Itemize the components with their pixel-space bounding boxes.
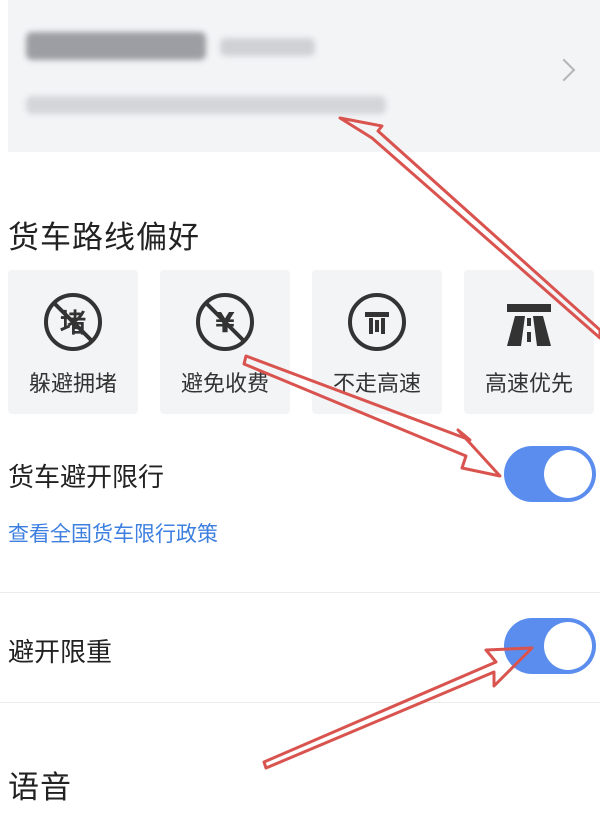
avoid-restrictions-label: 货车避开限行 (8, 463, 165, 493)
highway-icon (507, 304, 551, 346)
avoid-restrictions-toggle[interactable] (504, 446, 596, 502)
pref-avoid-congestion[interactable]: 堵 躲避拥堵 (8, 270, 138, 414)
pref-no-highway[interactable]: 不走高速 (312, 270, 442, 414)
pref-avoid-toll[interactable]: ¥ 避免收费 (160, 270, 290, 414)
pref-avoid-congestion-label: 躲避拥堵 (28, 372, 117, 397)
vehicle-type-blurred (220, 38, 315, 56)
avoid-toll-icon: ¥ (196, 293, 254, 351)
chevron-right-icon[interactable] (552, 58, 576, 82)
avoid-weight-limit-toggle[interactable] (504, 618, 596, 674)
pref-highway-first-label: 高速优先 (484, 372, 573, 397)
pref-highway-first[interactable]: 高速优先 (464, 270, 594, 414)
pref-avoid-toll-label: 避免收费 (180, 372, 269, 397)
vehicle-specs-blurred (26, 96, 386, 114)
arrow-to-weight-toggle (262, 646, 534, 770)
no-highway-icon (348, 293, 406, 351)
avoid-congestion-icon: 堵 (44, 293, 102, 351)
voice-section-title: 语音 (8, 770, 72, 806)
vehicle-info-card[interactable] (8, 0, 600, 152)
divider (0, 592, 600, 593)
route-preference-options: 堵 躲避拥堵 ¥ 避免收费 不走高速 高速优先 (8, 270, 600, 414)
divider (0, 702, 600, 703)
toggle-knob (544, 622, 592, 670)
avoid-weight-limit-label: 避开限重 (8, 638, 113, 668)
pref-no-highway-label: 不走高速 (332, 372, 421, 397)
route-preference-title: 货车路线偏好 (8, 220, 200, 256)
truck-policy-link[interactable]: 查看全国货车限行政策 (8, 518, 218, 548)
vehicle-plate-blurred (26, 32, 206, 60)
toggle-knob (544, 450, 592, 498)
